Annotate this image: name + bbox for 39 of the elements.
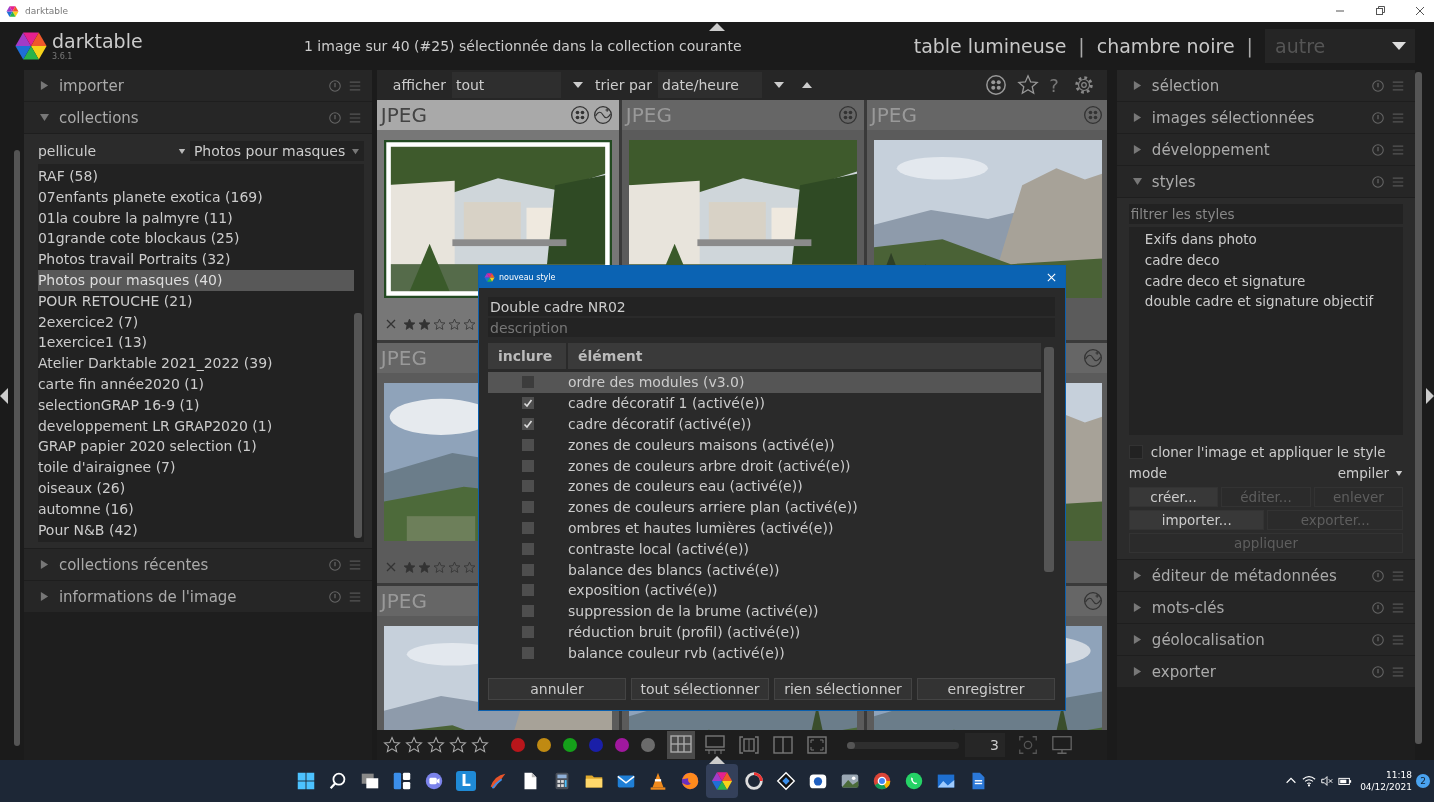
dialog-title: nouveau style — [499, 272, 556, 282]
table-cell: zones de couleurs arbre droit (activé(e)) — [568, 457, 851, 474]
version-text: 3.6.1 — [52, 52, 74, 61]
property-label: pellicule — [37, 143, 98, 159]
module-title: importer — [58, 76, 125, 95]
table-cell: réduction bruit (profil) (activé(e)) — [568, 623, 801, 640]
table-cell: cadre décoratif (activé(e)) — [568, 416, 752, 432]
table-cell: zones de couleurs arriere plan (activé(e)) — [568, 499, 858, 516]
separator-text: | — [1078, 35, 1085, 57]
table-cell: contraste local (activé(e)) — [568, 540, 749, 557]
module-title: informations de l'image — [58, 587, 238, 606]
window-title: darktable — [25, 6, 68, 16]
module-title: mots-clés — [1151, 598, 1226, 617]
module-title: styles — [1151, 172, 1197, 191]
file-type-label: JPEG — [380, 103, 427, 127]
app-name: darktable — [52, 31, 143, 51]
separator-text: | — [1246, 35, 1253, 57]
module-title: développement — [1151, 140, 1271, 159]
module-title: images sélectionnées — [1151, 108, 1316, 127]
table-cell: zones de couleurs eau (activé(e)) — [568, 478, 803, 495]
table-cell: exposition (activé(e)) — [568, 582, 718, 599]
table-cell: suppression de la brume (activé(e)) — [568, 603, 819, 620]
sort-label: trier par — [594, 77, 653, 93]
module-title: géolocalisation — [1151, 630, 1266, 649]
show-label: afficher — [392, 77, 446, 93]
selection-status: 1 image sur 40 (#25) sélectionnée dans la collection courante — [304, 38, 743, 54]
table-cell: ombres et hautes lumières (activé(e)) — [568, 519, 834, 536]
module-title: sélection — [1151, 76, 1221, 95]
table-cell: balance couleur rvb (activé(e)) — [568, 644, 785, 661]
table-cell: balance des blancs (activé(e)) — [568, 561, 780, 578]
module-title: exporter — [1151, 662, 1217, 681]
mode-label: mode — [1128, 465, 1168, 481]
table-cell: ordre des modules (v3.0) — [568, 374, 745, 391]
module-title: éditeur de métadonnées — [1151, 566, 1338, 585]
table-cell: zones de couleurs maisons (activé(e)) — [568, 436, 835, 453]
module-title: collections récentes — [58, 555, 210, 574]
table-cell: cadre décoratif 1 (activé(e)) — [568, 395, 765, 412]
checkbox-label: cloner l'image et appliquer le style — [1150, 444, 1386, 460]
module-title: collections — [58, 108, 140, 127]
